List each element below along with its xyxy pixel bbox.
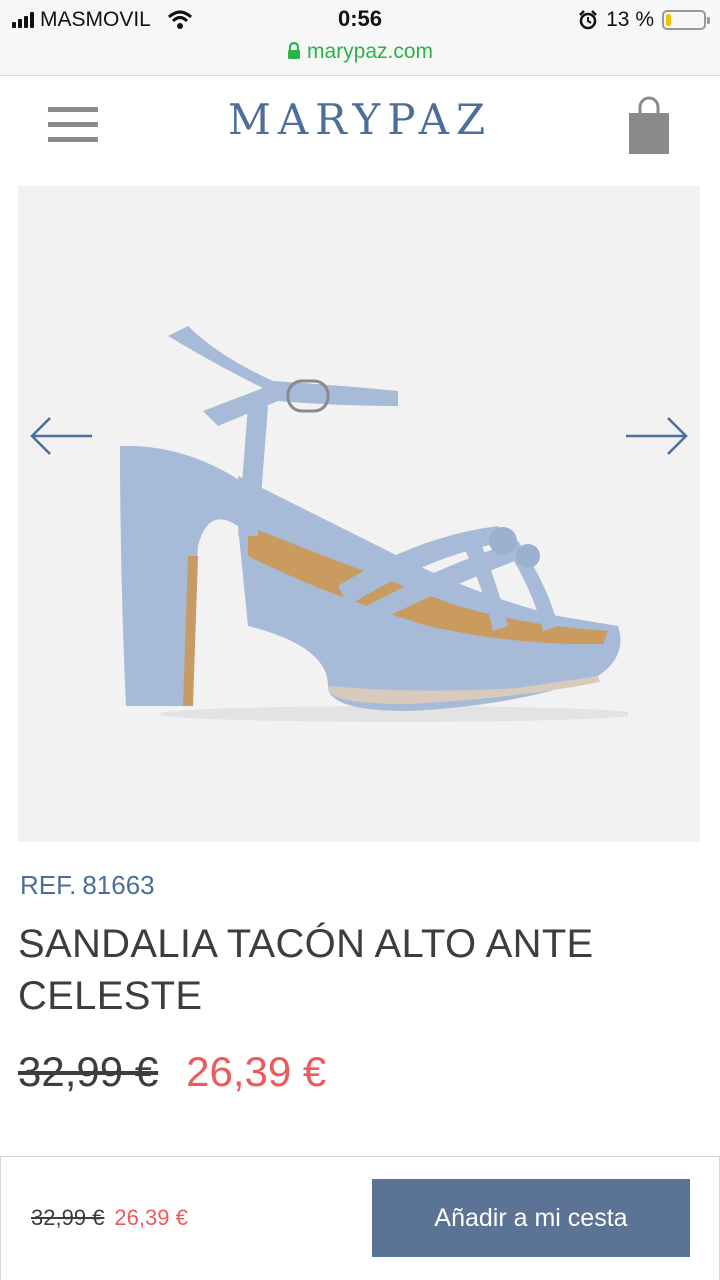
original-price: 32,99 €: [18, 1048, 159, 1095]
bottom-price-block: 32,99 € 26,39 €: [31, 1205, 188, 1231]
site-header: MARYPAZ: [0, 77, 720, 187]
url-bar[interactable]: marypaz.com: [0, 40, 720, 76]
previous-arrow-icon[interactable]: [28, 414, 94, 458]
status-bar: MASMOVIL 0:56 13 %: [0, 0, 720, 40]
bottom-original-price: 32,99 €: [31, 1205, 105, 1230]
sticky-add-to-cart-bar: 32,99 € 26,39 € Añadir a mi cesta: [0, 1156, 720, 1280]
product-title: SANDALIA TACÓN ALTO ANTE CELESTE: [18, 922, 594, 1018]
product-photo: [120, 326, 628, 722]
next-arrow-icon[interactable]: [624, 414, 690, 458]
shopping-bag-icon[interactable]: [626, 95, 672, 157]
price-block: 32,99 € 26,39 €: [18, 1048, 326, 1096]
reference-number: 81663: [82, 870, 155, 900]
product-reference: REF. 81663: [20, 870, 155, 901]
alarm-icon: [579, 10, 598, 30]
battery-icon: [662, 10, 710, 30]
add-to-cart-button[interactable]: Añadir a mi cesta: [372, 1179, 690, 1257]
url-text: marypaz.com: [306, 40, 434, 63]
battery-percent: 13 %: [606, 8, 654, 31]
brand-logo[interactable]: MARYPAZ: [0, 95, 720, 144]
battery-level: [666, 14, 671, 26]
lock-icon: [287, 42, 300, 59]
product-image-gallery[interactable]: [18, 186, 700, 842]
bottom-sale-price: 26,39 €: [114, 1205, 188, 1230]
reference-label: REF.: [20, 870, 77, 900]
battery-info: 13 %: [578, 8, 710, 32]
sale-price: 26,39 €: [186, 1048, 327, 1095]
